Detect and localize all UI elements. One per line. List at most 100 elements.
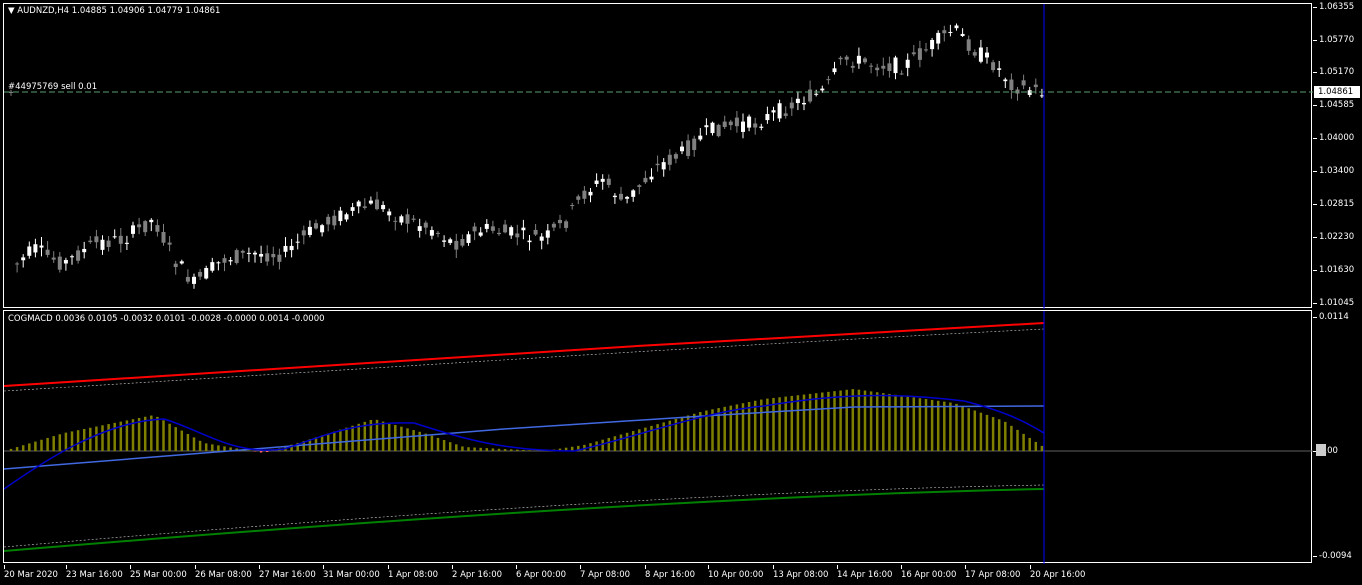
candle-body [942,30,947,34]
candle-body [51,257,56,260]
candle-body [222,258,227,263]
candle-body [692,138,697,150]
candle-body [137,224,142,228]
candle-body [478,232,483,236]
price-axis[interactable]: 1.06355 1.05770 1.05170 1.04585 1.04000 … [1312,0,1362,565]
candle-body [710,122,715,134]
candle-body [905,59,910,68]
candle-body [551,223,556,228]
dropdown-triangle-icon[interactable]: ▼ [8,6,15,16]
candle-body [234,250,239,263]
candle-body [33,244,38,253]
candle-body [289,245,294,251]
candle-body [704,125,709,128]
candle-body [728,121,733,126]
price-tick: 1.03400 [1312,166,1355,176]
candle-body [649,176,654,180]
price-tick: 1.02815 [1312,199,1355,209]
current-price-label: 1.04861 [1314,86,1360,98]
candle-body [753,123,758,128]
candle-body [759,126,764,128]
candle-body [27,246,32,256]
order-label[interactable]: #44975769 sell 0.01 [8,82,97,92]
price-tick: 1.04000 [1312,133,1355,143]
candle-body [875,67,880,71]
candle-body [70,256,74,258]
candle-body [936,32,941,44]
candle-body [747,116,752,128]
candle-body [564,221,569,228]
candle-body [411,218,416,220]
price-tick: 1.02230 [1312,232,1355,242]
candle-body [655,163,660,166]
candle-body [673,154,678,159]
candle-body [167,242,172,245]
candle-body [966,39,971,51]
candle-body [484,223,489,229]
candle-body [39,245,44,248]
candle-body [216,262,221,264]
candle-body [558,219,562,224]
candle-body [350,207,355,211]
candle-body [210,262,215,271]
candle-body [924,49,928,51]
candle-body [783,113,788,116]
candle-body [521,227,526,231]
candle-body [332,215,337,226]
candle-body [192,276,196,284]
price-tick: 1.04585 [1312,100,1355,110]
candle-body [985,52,989,58]
time-tick: 25 Mar 00:00 [130,565,187,580]
time-tick: 20 Apr 16:00 [1030,565,1086,580]
time-tick: 7 Apr 08:00 [580,565,631,580]
candle-body [490,226,495,231]
candle-body [716,124,721,137]
candle-body [832,68,837,73]
candle-body [100,239,105,250]
candle-body [179,261,184,264]
candle-body [15,263,20,265]
candlestick-chart [4,4,1313,309]
time-tick: 13 Apr 08:00 [773,565,829,580]
candle-body [393,220,398,222]
upper-band-dotted [4,328,1045,392]
candle-body [76,250,81,261]
candle-body [887,63,892,72]
indicator-tick: 0.0114 [1313,312,1349,322]
price-tick: 1.06355 [1312,2,1355,12]
candle-body [631,190,636,197]
signal-line [4,405,1045,470]
price-tick: 1.05170 [1312,67,1355,77]
time-tick: 26 Mar 08:00 [195,565,252,580]
time-tick: 2 Apr 16:00 [452,565,503,580]
candle-body [576,196,581,200]
candle-body [820,88,825,91]
candle-body [625,196,630,199]
candle-body [844,56,849,60]
candle-body [802,102,806,105]
cogmacd-indicator [4,311,1313,564]
candle-body [594,180,599,184]
candle-body [661,162,666,170]
candle-body [1033,84,1038,88]
candle-body [320,225,325,233]
candle-body [143,221,148,233]
candle-body [795,98,800,104]
candle-body [789,102,794,109]
candle-body [173,263,178,268]
candle-body [161,232,166,243]
candle-body [375,199,379,210]
chart-header: ▼ AUDNZD,H4 1.04885 1.04906 1.04779 1.04… [8,6,220,16]
time-axis[interactable]: 20 Mar 2020 23 Mar 16:00 25 Mar 00:00 26… [0,565,1362,585]
candle-body [405,214,410,224]
price-chart-pane[interactable]: ▼ AUDNZD,H4 1.04885 1.04906 1.04779 1.04… [3,3,1313,309]
candle-body [582,190,587,199]
candle-body [277,254,282,262]
time-tick: 31 Mar 00:00 [323,565,380,580]
candle-body [497,232,501,235]
candle-body [423,222,428,228]
candle-body [314,223,318,229]
indicator-pane[interactable]: COGMACD 0.0036 0.0105 -0.0032 0.0101 -0.… [3,310,1313,564]
candle-body [228,260,233,262]
candle-body [1003,79,1008,82]
